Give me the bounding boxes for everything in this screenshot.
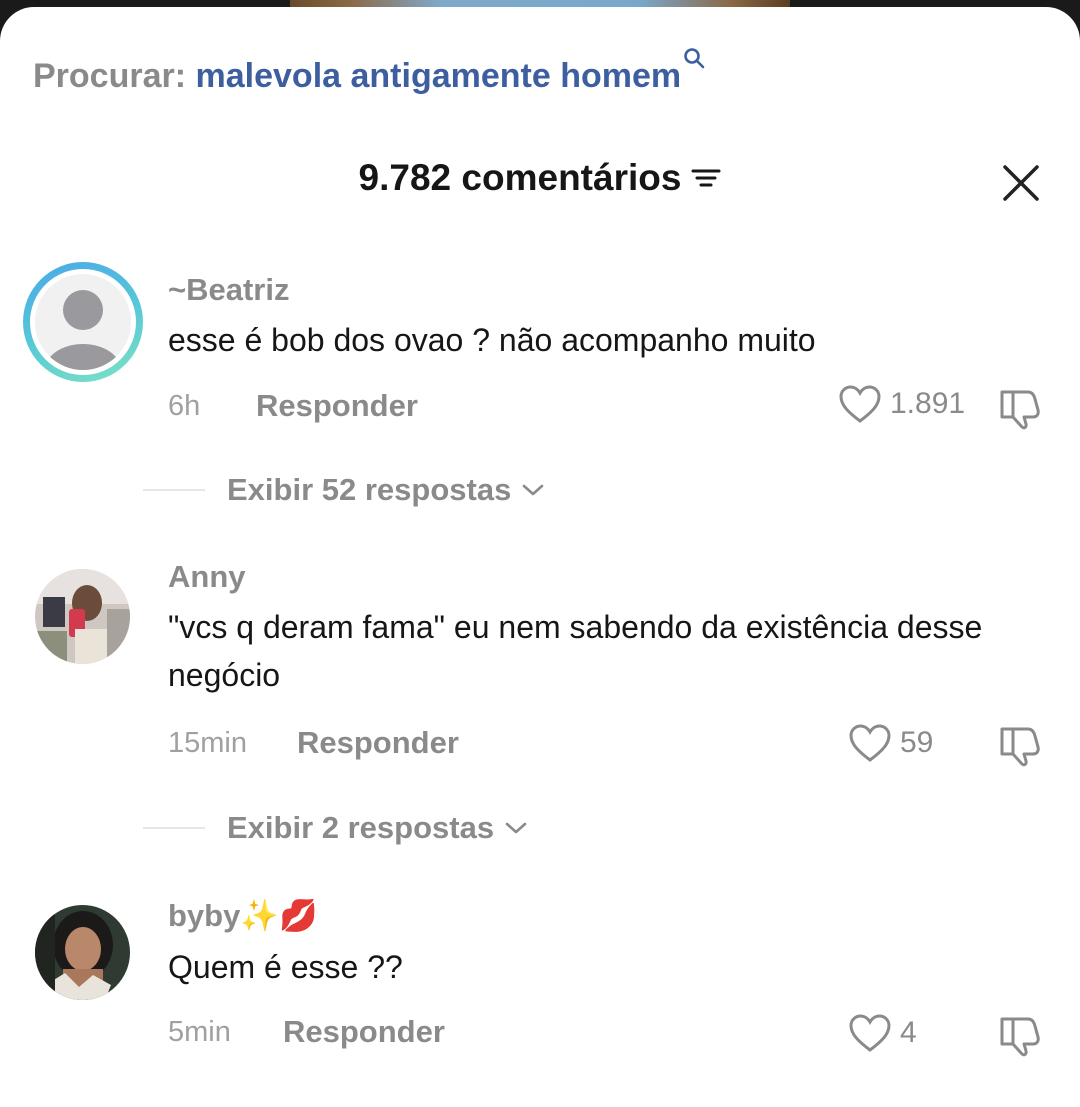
comment-username[interactable]: ~Beatriz	[168, 272, 289, 308]
like-button[interactable]: 1.891	[838, 384, 965, 424]
view-replies-button[interactable]: Exibir 2 respostas	[143, 810, 528, 846]
avatar[interactable]	[23, 262, 143, 382]
chevron-down-icon	[523, 484, 544, 496]
comment-username[interactable]: byby✨💋	[168, 897, 318, 934]
search-label: Procurar:	[33, 57, 187, 95]
comment-time: 6h	[168, 390, 201, 422]
thumbs-down-icon[interactable]	[998, 386, 1044, 435]
heart-icon	[839, 385, 881, 423]
heart-icon	[849, 724, 891, 762]
comment-text: Quem é esse ??	[168, 949, 403, 985]
comments-header: 9.782 comentários	[0, 157, 1080, 199]
avatar[interactable]	[35, 905, 130, 1000]
view-replies-label[interactable]: Exibir 2 respostas	[227, 810, 494, 846]
comments-sheet: Procurar: malevola antigamente homem 9.7…	[0, 7, 1080, 1107]
replies-divider	[143, 489, 205, 491]
reply-button[interactable]: Responder	[256, 388, 418, 424]
comment-time: 15min	[168, 727, 247, 759]
like-count: 59	[900, 726, 934, 759]
view-replies-button[interactable]: Exibir 52 respostas	[143, 472, 545, 508]
search-term[interactable]: malevola antigamente homem	[196, 57, 682, 95]
close-icon[interactable]	[1000, 162, 1042, 204]
thumbs-down-icon[interactable]	[998, 1013, 1044, 1062]
user-photo	[35, 569, 130, 664]
comments-count-title: 9.782 comentários	[358, 157, 682, 198]
chevron-down-icon	[505, 822, 527, 834]
comment-text: esse é bob dos ovao ? não acompanho muit…	[168, 322, 816, 358]
search-icon	[683, 39, 705, 78]
like-button[interactable]: 59	[848, 723, 933, 763]
like-count: 4	[900, 1016, 917, 1049]
default-avatar-icon	[45, 290, 121, 370]
filter-icon[interactable]	[691, 157, 721, 199]
thumbs-down-icon[interactable]	[998, 723, 1044, 772]
comment-username[interactable]: Anny	[168, 559, 246, 595]
comment-time: 5min	[168, 1016, 231, 1048]
heart-icon	[849, 1014, 891, 1052]
replies-divider	[143, 827, 205, 829]
like-button[interactable]: 4	[848, 1013, 917, 1053]
reply-button[interactable]: Responder	[297, 725, 459, 761]
search-suggestion[interactable]: Procurar: malevola antigamente homem	[33, 48, 705, 96]
like-count: 1.891	[890, 387, 966, 420]
view-replies-label[interactable]: Exibir 52 respostas	[227, 472, 511, 508]
reply-button[interactable]: Responder	[283, 1014, 445, 1050]
user-photo	[35, 905, 130, 1000]
comment-text: "vcs q deram fama" eu nem sabendo da exi…	[168, 609, 983, 693]
avatar[interactable]	[35, 569, 130, 664]
